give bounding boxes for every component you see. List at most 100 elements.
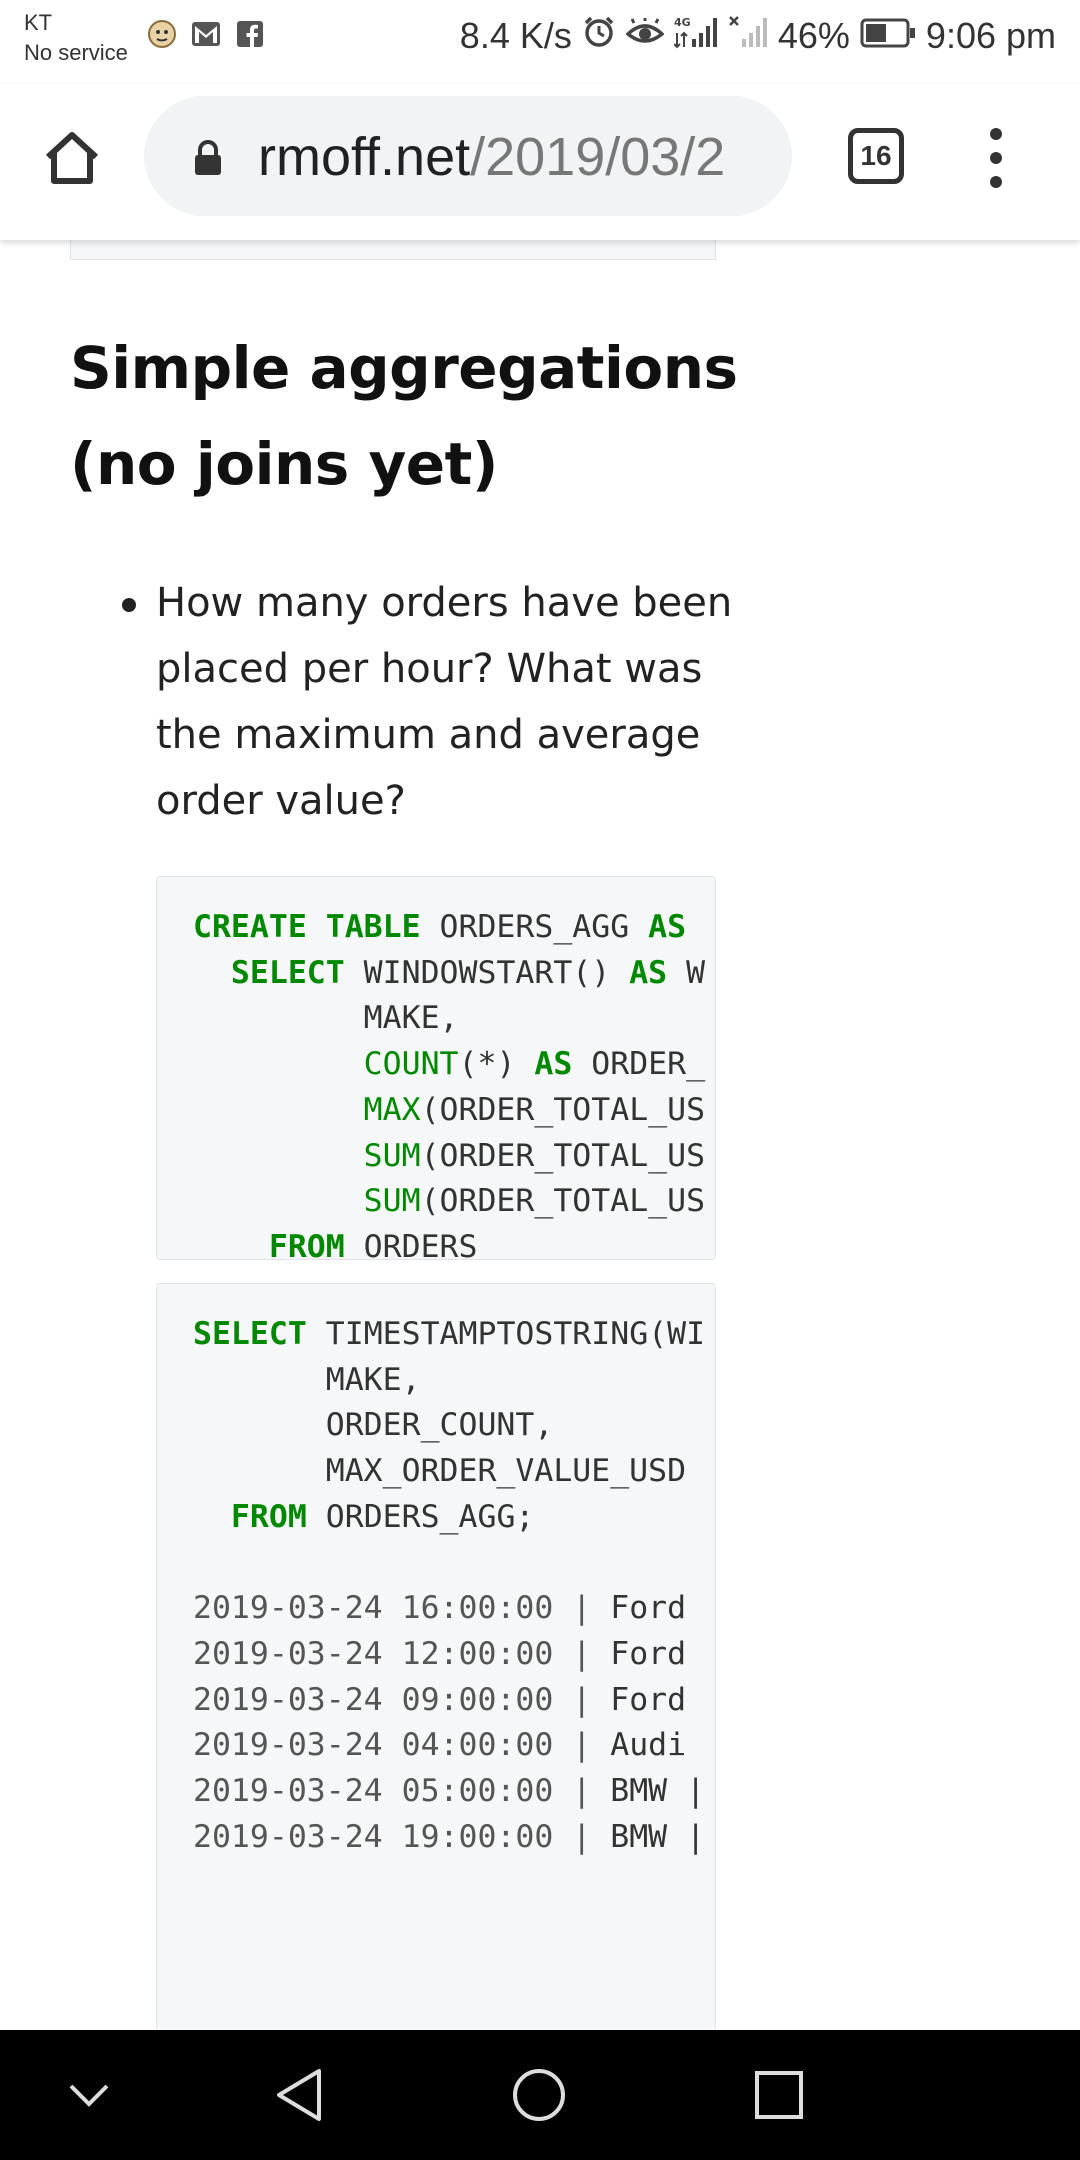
chevron-down-icon bbox=[69, 2084, 109, 2107]
url-path: /2019/03/2 bbox=[470, 127, 726, 187]
code-token: AS bbox=[648, 909, 687, 945]
code-token: ORDER_ bbox=[572, 1046, 706, 1083]
code-token: MAKE, bbox=[193, 1000, 459, 1037]
address-bar[interactable]: rmoff.net/2019/03/2 bbox=[144, 96, 792, 216]
code-token: AS bbox=[629, 954, 668, 991]
home-icon bbox=[45, 132, 99, 184]
recents-button[interactable] bbox=[746, 2062, 812, 2128]
battery-icon bbox=[860, 15, 916, 57]
code-token: ORDERS_AGG; bbox=[306, 1498, 535, 1535]
code-token: TIMESTAMPTOSTRING(WI bbox=[306, 1316, 706, 1352]
carrier-info: KT No service bbox=[24, 8, 128, 68]
svg-text:4G: 4G bbox=[674, 16, 691, 29]
system-status: 8.4 K/s 4G 46% 9:06 pm bbox=[460, 14, 1056, 58]
code-token: (ORDER_TOTAL_US bbox=[420, 1183, 706, 1220]
code-token: CREATE TABLE bbox=[193, 909, 421, 945]
bullet-text: How many orders have been placed per hou… bbox=[156, 580, 733, 824]
code-token: COUNT bbox=[193, 1046, 459, 1083]
home-button[interactable] bbox=[38, 124, 106, 192]
gmail-icon bbox=[190, 18, 222, 50]
heading-line: (no joins yet) bbox=[70, 430, 498, 498]
system-nav-bar bbox=[0, 2030, 1080, 2160]
tab-switcher-button[interactable]: 16 bbox=[848, 128, 904, 184]
code-token: (ORDER_TOTAL_US bbox=[420, 1091, 706, 1128]
code-text: SELECT TIMESTAMPTOSTRING(WI MAKE, ORDER_… bbox=[157, 1284, 715, 1860]
battery-percent: 46% bbox=[777, 15, 850, 56]
code-token: 2019-03-24 04:00:00 | bbox=[193, 1727, 611, 1764]
code-line: SELECT TIMESTAMPTOSTRING(WI bbox=[193, 1316, 705, 1352]
code-token: Ford bbox=[610, 1681, 687, 1718]
code-token: 2019-03-24 09:00:00 | bbox=[193, 1681, 611, 1718]
code-line: SUM(ORDER_TOTAL_US bbox=[193, 1138, 705, 1174]
url-domain: rmoff.net bbox=[258, 127, 471, 187]
menu-dot bbox=[990, 128, 1002, 140]
code-line: ORDER_COUNT, bbox=[193, 1407, 554, 1444]
home-circle-icon bbox=[513, 2069, 565, 2121]
network-speed: 8.4 K/s bbox=[459, 15, 572, 56]
code-token: (*) bbox=[458, 1046, 535, 1083]
code-token: Audi bbox=[610, 1727, 687, 1764]
code-token: MAX_ORDER_VALUE_USD bbox=[193, 1453, 687, 1490]
overflow-menu-button[interactable] bbox=[976, 128, 1016, 188]
back-button[interactable] bbox=[266, 2062, 332, 2128]
menu-dot bbox=[990, 152, 1002, 164]
signal-4g-icon: 4G bbox=[673, 15, 718, 58]
notification-icons bbox=[146, 18, 266, 50]
code-token: SELECT bbox=[193, 954, 345, 991]
code-token: (ORDER_TOTAL_US bbox=[420, 1137, 706, 1174]
code-line: 2019-03-24 16:00:00 | Ford bbox=[193, 1590, 686, 1626]
tab-count: 16 bbox=[860, 140, 892, 171]
hide-nav-button[interactable] bbox=[56, 2062, 122, 2128]
carrier-name: KT bbox=[24, 10, 53, 35]
facebook-icon bbox=[234, 18, 266, 50]
code-token: 2019-03-24 16:00:00 | bbox=[193, 1590, 611, 1627]
code-token: BMW | bbox=[610, 1773, 706, 1810]
code-line: MAX(ORDER_TOTAL_US bbox=[193, 1092, 705, 1128]
code-line: 2019-03-24 12:00:00 | Ford bbox=[193, 1636, 686, 1672]
code-line: 2019-03-24 04:00:00 | Audi bbox=[193, 1727, 686, 1763]
bullet-list: How many orders have been placed per hou… bbox=[70, 570, 750, 834]
code-line: CREATE TABLE ORDERS_AGG AS bbox=[193, 909, 686, 945]
code-token: W bbox=[667, 954, 706, 991]
code-line: MAKE, bbox=[193, 1000, 459, 1036]
url-text: rmoff.net/2019/03/2 bbox=[258, 126, 725, 188]
section-heading: Simple aggregations (no joins yet) bbox=[70, 320, 770, 512]
clock-time: 9:06 pm bbox=[925, 15, 1056, 56]
code-token: MAX bbox=[193, 1091, 421, 1128]
menu-dot bbox=[990, 176, 1002, 188]
code-token: FROM bbox=[193, 1228, 345, 1260]
code-token: ORDER_COUNT, bbox=[193, 1407, 554, 1444]
code-block-select-query[interactable]: SELECT TIMESTAMPTOSTRING(WI MAKE, ORDER_… bbox=[156, 1283, 716, 2030]
code-token: Ford bbox=[610, 1635, 687, 1672]
code-line: SELECT WINDOWSTART() AS W bbox=[193, 955, 705, 991]
code-token: MAKE, bbox=[193, 1361, 421, 1398]
code-line: MAKE, bbox=[193, 1362, 421, 1398]
list-item: How many orders have been placed per hou… bbox=[70, 570, 750, 834]
page-content[interactable]: Simple aggregations (no joins yet) How m… bbox=[0, 240, 1080, 2030]
previous-code-block bbox=[70, 240, 716, 260]
code-line: FROM ORDERS bbox=[193, 1228, 478, 1260]
avatar-icon bbox=[146, 18, 178, 50]
service-status: No service bbox=[24, 40, 128, 65]
code-line: 2019-03-24 19:00:00 | BMW | bbox=[193, 1819, 705, 1855]
code-line: SUM(ORDER_TOTAL_US bbox=[193, 1183, 705, 1219]
code-token: ORDERS bbox=[344, 1228, 478, 1260]
code-token: SUM bbox=[193, 1137, 421, 1174]
status-bar: KT No service 8.4 K/s 4G 46% 9:06 pm bbox=[0, 0, 1080, 84]
code-line: 2019-03-24 09:00:00 | Ford bbox=[193, 1682, 686, 1718]
browser-toolbar: rmoff.net/2019/03/2 16 bbox=[0, 84, 1080, 240]
code-token: SUM bbox=[193, 1183, 421, 1220]
code-token: BMW | bbox=[610, 1818, 706, 1855]
code-line: MAX_ORDER_VALUE_USD bbox=[193, 1453, 686, 1489]
code-token: ORDERS_AGG bbox=[420, 909, 649, 945]
home-nav-button[interactable] bbox=[506, 2062, 572, 2128]
alarm-icon bbox=[582, 15, 616, 58]
back-triangle-icon bbox=[277, 2069, 321, 2121]
code-block-create-table[interactable]: CREATE TABLE ORDERS_AGG AS SELECT WINDOW… bbox=[156, 876, 716, 1260]
code-token: Ford bbox=[610, 1590, 687, 1627]
signal-no-service-icon bbox=[728, 15, 768, 58]
code-token: 2019-03-24 12:00:00 | bbox=[193, 1635, 611, 1672]
code-token: AS bbox=[534, 1046, 573, 1083]
bullet-dot bbox=[122, 598, 136, 612]
code-token: 2019-03-24 05:00:00 | bbox=[193, 1773, 611, 1810]
